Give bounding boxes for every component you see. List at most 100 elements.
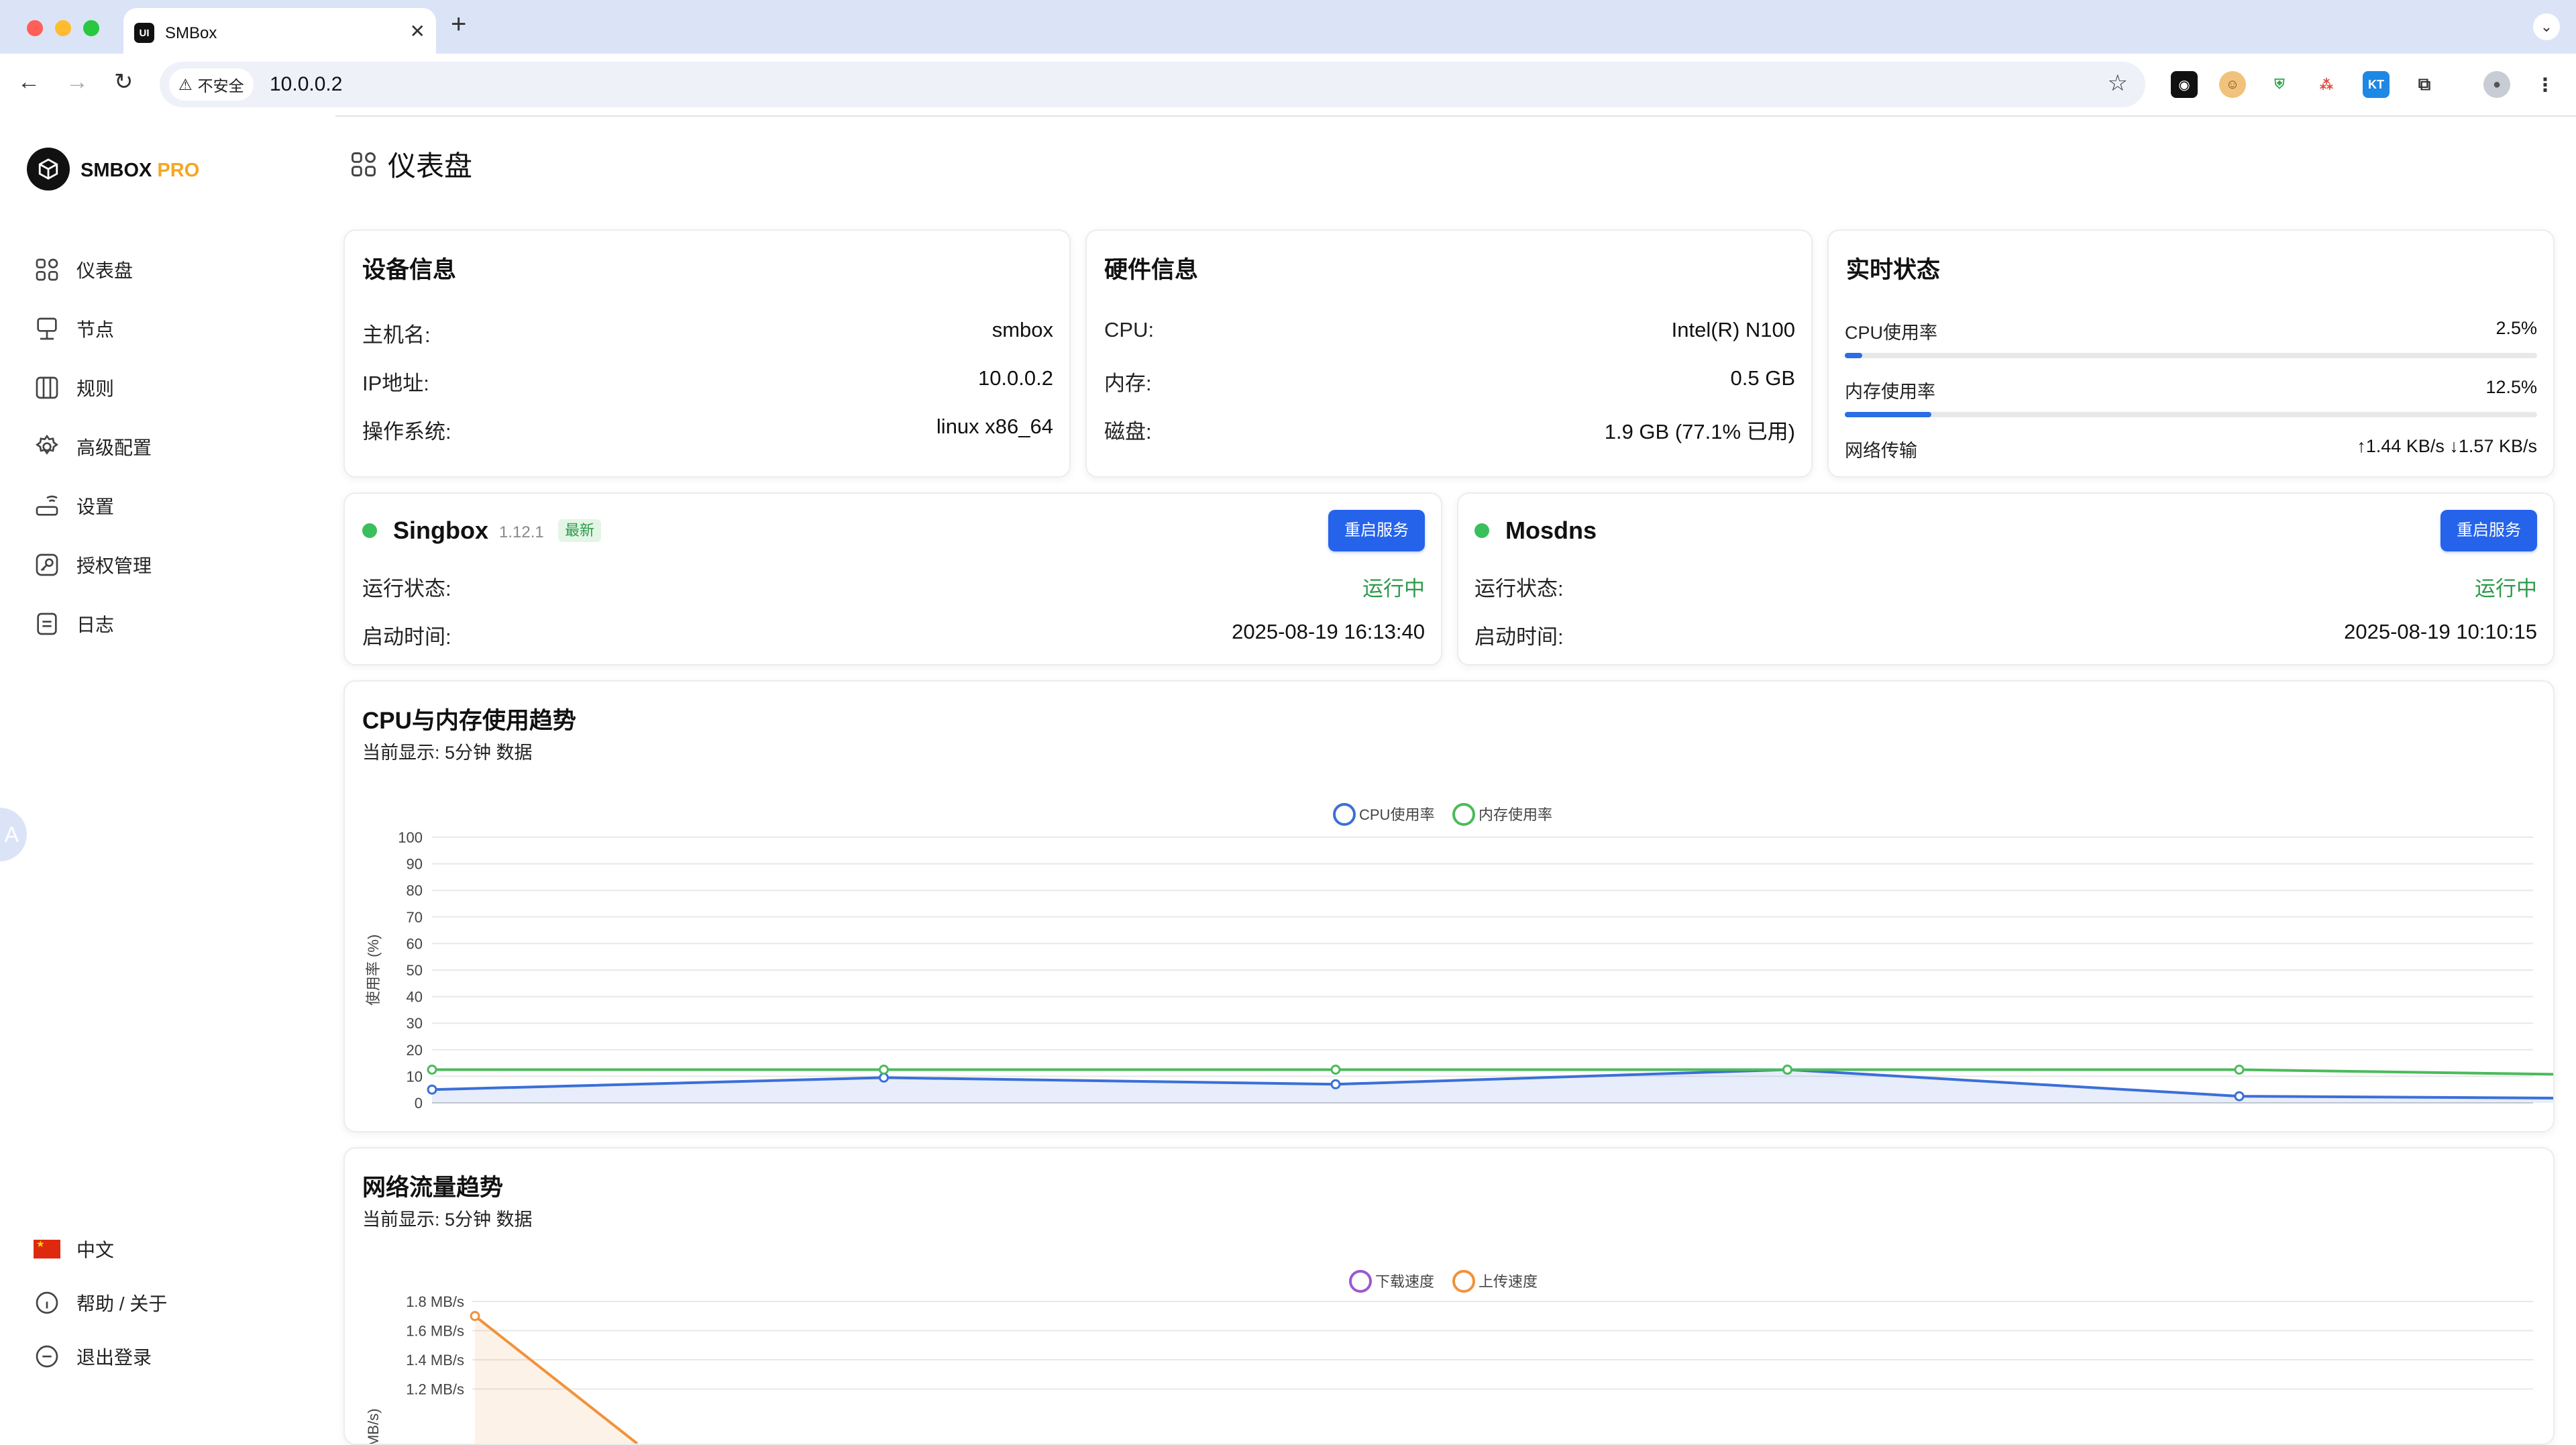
hardware-info-title: 硬件信息 [1104, 257, 1199, 283]
extensions-puzzle-icon[interactable]: ⧉ [2411, 71, 2438, 98]
sidebar-item-label: 授权管理 [76, 555, 152, 576]
realtime-status-title: 实时状态 [1846, 257, 1941, 283]
status-dot-icon [1474, 523, 1489, 538]
device-info-title: 设备信息 [362, 257, 457, 283]
security-chip[interactable]: ⚠ 不安全 [169, 68, 254, 101]
sidebar-item-advanced[interactable]: 高级配置 [32, 427, 152, 467]
cpu-usage-value: 2.5% [2496, 318, 2537, 338]
legend-marker [1452, 803, 1475, 826]
service-name: Singbox [393, 517, 488, 544]
browser-menu-icon[interactable]: ⋮ [2532, 71, 2559, 98]
memory-label: 内存: [1104, 372, 1152, 395]
extension-glasses-icon[interactable]: ◉ [2171, 71, 2198, 98]
memory-data-point [2234, 1065, 2245, 1075]
y-tick-label: 90 [407, 856, 423, 873]
y-tick-label: 40 [407, 989, 423, 1006]
service-name: Mosdns [1505, 517, 1597, 544]
node-icon [32, 314, 62, 343]
y-axis-label: (MB/s) [365, 1409, 382, 1444]
run-status-value: 运行中 [2475, 577, 2537, 600]
memory-usage-bar-fill [1845, 412, 1931, 417]
close-tab-icon[interactable]: ✕ [410, 20, 425, 42]
y-tick-label: 1.6 MB/s [406, 1323, 464, 1340]
memory-data-point [427, 1065, 437, 1075]
restart-singbox-button[interactable]: 重启服务 [1328, 510, 1425, 551]
new-tab-icon[interactable]: + [451, 11, 466, 38]
sidebar-item-label: 日志 [76, 614, 115, 635]
dashboard-icon [32, 255, 62, 284]
extension-avatar-icon[interactable]: ☺ [2219, 71, 2246, 98]
singbox-service-card: Singbox 1.12.1 最新 重启服务 运行状态: 运行中 启动时间: 2… [343, 492, 1442, 665]
cpu-usage-label: CPU使用率 [1845, 323, 1938, 343]
legend-marker [1333, 803, 1356, 826]
restart-mosdns-button[interactable]: 重启服务 [2440, 510, 2537, 551]
y-tick-label: 1.8 MB/s [406, 1293, 464, 1310]
y-tick-label: 70 [407, 909, 423, 926]
sidebar-item-label: 仪表盘 [76, 260, 133, 281]
tab-search-chevron-icon[interactable]: ⌄ [2533, 13, 2560, 40]
extension-kt-icon[interactable]: KT [2363, 71, 2390, 98]
latest-badge: 最新 [558, 519, 602, 542]
sidebar-item-license[interactable]: 授权管理 [32, 545, 152, 585]
device-info-card: 设备信息 主机名: smbox IP地址: 10.0.0.2 操作系统: lin… [343, 229, 1071, 478]
minimize-window-button[interactable] [55, 20, 71, 36]
sidebar-item-label: 高级配置 [76, 437, 152, 458]
app-logo: SMBOX PRO [80, 160, 199, 182]
page-title-text: 仪表盘 [388, 150, 473, 182]
sidebar-item-nodes[interactable]: 节点 [32, 309, 114, 349]
network-label: 网络传输 [1845, 441, 1917, 461]
address-bar[interactable]: ⚠ 不安全 10.0.0.2 ☆ [160, 62, 2145, 107]
extension-shield-icon[interactable]: ⛨ [2266, 71, 2293, 98]
legend-marker [1349, 1270, 1372, 1293]
sidebar-item-label: 节点 [76, 319, 115, 340]
hostname-label: 主机名: [362, 323, 431, 347]
info-icon [32, 1288, 62, 1318]
memory-usage-label: 内存使用率 [1845, 382, 1935, 402]
url-text[interactable]: 10.0.0.2 [270, 73, 342, 96]
close-window-button[interactable] [27, 20, 43, 36]
sidebar-item-rules[interactable]: 规则 [32, 368, 114, 408]
hardware-info-card: 硬件信息 CPU: Intel(R) N100 内存: 0.5 GB 磁盘: 1… [1085, 229, 1813, 478]
disk-value: 1.9 GB (77.1% 已用) [1604, 420, 1795, 443]
china-flag-icon [32, 1234, 62, 1264]
logout-label: 退出登录 [76, 1347, 152, 1368]
legend-label: 上传速度 [1479, 1273, 1538, 1290]
reload-icon[interactable]: ↻ [114, 67, 133, 97]
cpu-data-point [879, 1072, 889, 1083]
router-icon [32, 491, 62, 521]
sidebar-item-dashboard[interactable]: 仪表盘 [32, 250, 133, 290]
language-selector[interactable]: 中文 [32, 1229, 114, 1269]
start-time-value: 2025-08-19 10:10:15 [2344, 620, 2537, 643]
sidebar-item-logs[interactable]: 日志 [32, 604, 114, 644]
legend-label: 下载速度 [1375, 1273, 1434, 1290]
security-label: 不安全 [197, 77, 244, 95]
cpu-data-point [1330, 1079, 1341, 1089]
extension-dots-icon[interactable]: ⁂ [2313, 71, 2340, 98]
bookmark-star-icon[interactable]: ☆ [2108, 70, 2128, 97]
cpu-data-point [2234, 1091, 2245, 1102]
sidebar-item-settings[interactable]: 设置 [32, 486, 114, 526]
status-dot-icon [362, 523, 377, 538]
browser-tab[interactable]: UI SMBox ✕ [123, 8, 436, 54]
ip-label: IP地址: [362, 372, 429, 395]
os-label: 操作系统: [362, 420, 451, 443]
forward-icon[interactable]: → [66, 67, 89, 97]
browser-toolbar: ← → ↻ ⚠ 不安全 10.0.0.2 ☆ ◉ ☺ ⛨ ⁂ KT ⧉ ● ⋮ [0, 54, 2576, 117]
profile-avatar-icon[interactable]: ● [2483, 71, 2510, 98]
memory-data-point [1330, 1065, 1341, 1075]
dashboard-icon [352, 152, 376, 176]
legend-marker [1452, 1270, 1475, 1293]
floating-assistant-label: A [4, 822, 19, 847]
help-about-link[interactable]: 帮助 / 关于 [32, 1283, 167, 1323]
logo-pro: PRO [157, 160, 200, 181]
cpu-label: CPU: [1104, 318, 1155, 341]
network-value: ↑1.44 KB/s ↓1.57 KB/s [2357, 436, 2537, 456]
maximize-window-button[interactable] [83, 20, 99, 36]
disk-label: 磁盘: [1104, 420, 1152, 443]
start-time-label: 启动时间: [1474, 625, 1564, 649]
logout-link[interactable]: 退出登录 [32, 1336, 152, 1377]
cpu-usage-bar [1845, 353, 2537, 358]
mosdns-service-card: Mosdns 重启服务 运行状态: 运行中 启动时间: 2025-08-19 1… [1457, 492, 2555, 665]
back-icon[interactable]: ← [17, 67, 40, 97]
realtime-status-card: 实时状态 CPU使用率 2.5% 内存使用率 12.5% 网络传输 ↑1.44 … [1827, 229, 2555, 478]
